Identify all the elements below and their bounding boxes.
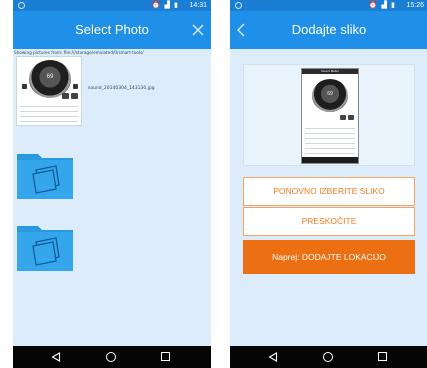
nav-recent-icon[interactable] bbox=[161, 352, 170, 361]
skip-button[interactable]: PRESKOČITE bbox=[243, 207, 415, 236]
system-nav-bar bbox=[230, 346, 427, 368]
preview-button bbox=[348, 115, 354, 120]
system-status-icons: ⏰ ▟ ▮ bbox=[368, 1, 396, 9]
retake-photo-button[interactable]: PONOVNO IZBERITE SLIKO bbox=[243, 177, 415, 206]
page-title: Select Photo bbox=[75, 22, 149, 37]
select-photo-screen: ⏰ ▟ ▮ 14:31 Select Photo Showing picture… bbox=[13, 0, 211, 368]
gauge-image: 69 bbox=[312, 79, 348, 112]
close-icon[interactable] bbox=[191, 23, 205, 37]
add-photo-screen: ⏰ ▟ ▮ 15:26 Dodajte sliko Sound Meter 69 bbox=[230, 0, 427, 368]
gauge-reading: 69 bbox=[327, 91, 333, 97]
app-bar: Select Photo bbox=[13, 11, 211, 49]
status-clock: 14:31 bbox=[189, 2, 207, 9]
gauge-reading: 69 bbox=[46, 74, 54, 80]
status-clock: 15:26 bbox=[406, 2, 424, 9]
file-list-item[interactable]: 69 sound_20140304_143130.jpg bbox=[16, 56, 206, 126]
thumbnail-button bbox=[71, 93, 78, 99]
system-status-icons: ⏰ ▟ ▮ bbox=[151, 1, 179, 9]
file-name: sound_20140304_143130.jpg bbox=[88, 86, 155, 91]
photo-preview: Sound Meter 69 bbox=[243, 64, 415, 166]
page-title: Dodajte sliko bbox=[291, 22, 367, 37]
preview-image: Sound Meter 69 bbox=[301, 68, 359, 164]
status-bar: ⏰ ▟ ▮ 14:31 bbox=[13, 0, 211, 11]
nav-back-icon[interactable] bbox=[51, 352, 61, 362]
preview-button bbox=[340, 115, 346, 120]
folder-list-item[interactable] bbox=[16, 212, 206, 282]
folder-path-text: Showing pictures from: file:///storage/e… bbox=[14, 50, 144, 55]
preview-footer bbox=[302, 157, 358, 163]
app-bar: Dodajte sliko bbox=[230, 11, 427, 49]
nav-home-icon[interactable] bbox=[323, 352, 333, 362]
nav-recent-icon[interactable] bbox=[378, 352, 387, 361]
preview-table bbox=[305, 124, 355, 154]
thumbnail-table bbox=[20, 102, 78, 122]
status-bar: ⏰ ▟ ▮ 15:26 bbox=[230, 0, 427, 11]
preview-screen-title: Sound Meter bbox=[321, 69, 339, 73]
next-add-location-button[interactable]: Naprej: DODAJTE LOKACIJO bbox=[243, 240, 415, 274]
folder-icon[interactable] bbox=[16, 220, 74, 272]
app-notification-icon bbox=[235, 2, 242, 9]
nav-back-icon[interactable] bbox=[268, 352, 278, 362]
photo-thumbnail[interactable]: 69 bbox=[16, 56, 82, 126]
thumbnail-controls bbox=[22, 84, 78, 90]
thumbnail-button bbox=[62, 93, 69, 99]
screenshot-stage: ⏰ ▟ ▮ 14:31 Select Photo Showing picture… bbox=[0, 0, 427, 368]
folder-icon[interactable] bbox=[16, 148, 74, 200]
system-nav-bar bbox=[13, 346, 211, 368]
folder-list-item[interactable] bbox=[16, 140, 206, 210]
app-notification-icon bbox=[18, 2, 25, 9]
nav-home-icon[interactable] bbox=[106, 352, 116, 362]
